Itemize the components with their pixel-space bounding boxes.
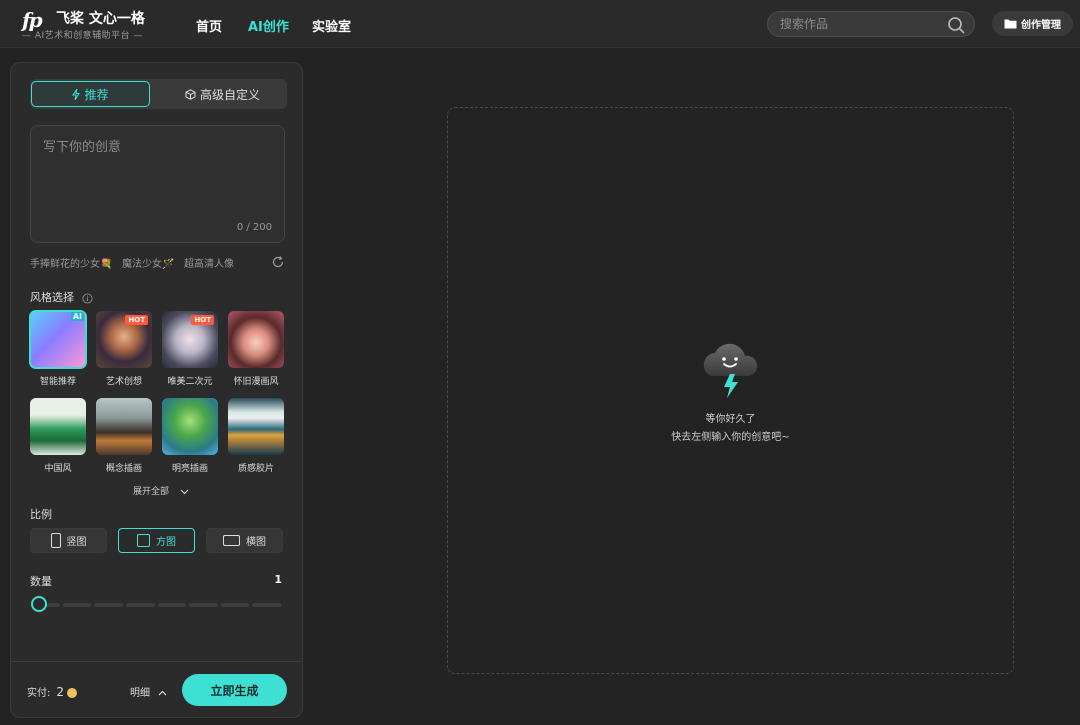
- prompt-input[interactable]: [43, 136, 273, 216]
- cost-value: 2: [56, 685, 65, 699]
- char-counter: 0 / 200: [236, 222, 272, 233]
- coin-icon: [67, 688, 78, 698]
- quantity-value: 1: [274, 573, 282, 586]
- style-card-film[interactable]: 质感胶片: [228, 398, 284, 474]
- slider-segment: [157, 603, 187, 607]
- style-name: 中国风: [44, 464, 72, 474]
- style-name: 概念插画: [105, 464, 142, 474]
- prompt-suggestions: 手捧鲜花的少女💐 魔法少女🪄 超高清人像: [30, 255, 285, 270]
- style-grid: AI 智能推荐 HOT 艺术创想 HOT 唯美二次元 怀旧漫画风 中国风 概念插…: [29, 310, 290, 501]
- style-thumb-anime: HOT: [162, 311, 218, 368]
- info-icon[interactable]: [81, 292, 93, 304]
- style-section-header: 风格选择: [30, 289, 93, 305]
- prompt-box: 0 / 200: [30, 125, 285, 243]
- ratio-square-button[interactable]: 方图: [118, 528, 195, 553]
- style-card-concept[interactable]: 概念插画: [96, 398, 152, 474]
- empty-state-hint: 快去左侧输入你的创意吧~: [671, 432, 790, 443]
- lightning-icon: [72, 88, 81, 100]
- slider-track: [31, 603, 281, 607]
- style-name: 唯美二次元: [167, 377, 213, 387]
- style-card-chinese[interactable]: 中国风: [30, 398, 86, 474]
- slider-segment: [189, 603, 218, 607]
- style-name: 艺术创想: [105, 377, 142, 387]
- expand-all-button[interactable]: 展开全部: [133, 484, 189, 497]
- refresh-icon[interactable]: [271, 255, 285, 269]
- ai-badge: AI: [70, 312, 84, 321]
- folder-icon: [1004, 19, 1017, 29]
- style-card-bright[interactable]: 明亮插画: [162, 398, 218, 474]
- cost-display: 实付: 2: [27, 684, 78, 699]
- square-icon: [137, 534, 150, 547]
- nav-home[interactable]: 首页: [196, 16, 222, 35]
- style-name: 质感胶片: [237, 464, 274, 474]
- ratio-landscape-label: 横图: [246, 537, 266, 548]
- suggestion-item[interactable]: 手捧鲜花的少女💐: [30, 255, 112, 270]
- slider-thumb[interactable]: [31, 596, 47, 612]
- ratio-landscape-button[interactable]: 横图: [206, 528, 283, 553]
- quantity-label: 数量: [30, 575, 52, 588]
- nav-lab[interactable]: 实验室: [312, 16, 351, 35]
- search-input[interactable]: [780, 16, 940, 32]
- search-box: [767, 11, 975, 37]
- style-thumb-chinese: [30, 398, 86, 455]
- ratio-portrait-label: 竖图: [66, 537, 87, 548]
- hot-badge: HOT: [125, 315, 148, 325]
- panel-footer: 实付: 2 明细 立即生成: [11, 661, 302, 717]
- style-section-label: 风格选择: [30, 291, 74, 304]
- tab-advanced[interactable]: 高级自定义: [160, 81, 285, 107]
- brand-title: 飞桨 文心一格: [56, 11, 145, 27]
- creation-panel: 推荐 高级自定义 0 / 200 手捧鲜花的少女💐 魔法少女🪄 超高清人像 风格…: [10, 62, 303, 718]
- portrait-icon: [50, 533, 61, 548]
- landscape-icon: [223, 535, 240, 546]
- brand-logo[interactable]: fp 飞桨 文心一格 — AI艺术和创意辅助平台 —: [22, 6, 145, 42]
- top-nav-bar: fp 飞桨 文心一格 — AI艺术和创意辅助平台 — 首页 AI创作 实验室 创…: [0, 0, 1080, 48]
- style-card-retro-comic[interactable]: 怀旧漫画风: [228, 311, 284, 387]
- tab-recommend-label: 推荐: [84, 87, 109, 102]
- style-thumb-bright: [162, 398, 218, 455]
- style-card-art[interactable]: HOT 艺术创想: [96, 311, 152, 387]
- suggestion-item[interactable]: 魔法少女🪄: [122, 255, 174, 270]
- ratio-label: 比例: [30, 508, 52, 521]
- style-thumb-art: HOT: [96, 311, 152, 368]
- quantity-slider[interactable]: [31, 596, 281, 614]
- generate-button[interactable]: 立即生成: [182, 674, 287, 706]
- creation-manage-label: 创作管理: [1021, 20, 1061, 31]
- ratio-square-label: 方图: [156, 537, 176, 548]
- style-thumb-film: [228, 398, 284, 455]
- tab-recommend[interactable]: 推荐: [31, 81, 150, 107]
- slider-segment: [62, 603, 92, 607]
- tab-advanced-label: 高级自定义: [199, 87, 260, 102]
- suggestion-item[interactable]: 超高清人像: [184, 255, 234, 270]
- cost-detail-button[interactable]: 明细: [130, 684, 167, 699]
- chevron-down-icon: [180, 489, 189, 494]
- style-card-anime[interactable]: HOT 唯美二次元: [162, 311, 218, 387]
- slider-segment: [125, 603, 155, 607]
- style-thumb-concept: [96, 398, 152, 455]
- expand-all-label: 展开全部: [133, 487, 170, 497]
- cloud-lightning-icon: [703, 343, 758, 398]
- cube-icon: [185, 88, 196, 100]
- search-icon[interactable]: [947, 16, 965, 34]
- nav-ai-create[interactable]: AI创作: [248, 16, 289, 35]
- chevron-up-icon: [158, 690, 167, 696]
- creation-manage-button[interactable]: 创作管理: [992, 11, 1073, 36]
- brand-subtitle: — AI艺术和创意辅助平台 —: [22, 31, 144, 41]
- ratio-portrait-button[interactable]: 竖图: [30, 528, 107, 553]
- cost-label: 实付:: [27, 688, 51, 699]
- style-thumb-smart: AI: [29, 310, 87, 369]
- style-name: 明亮插画: [171, 464, 208, 474]
- empty-state-title: 等你好久了: [705, 414, 756, 425]
- slider-segment: [252, 603, 281, 607]
- slider-segment: [94, 603, 123, 607]
- style-thumb-retro-comic: [228, 311, 284, 368]
- style-name: 怀旧漫画风: [233, 377, 279, 387]
- style-card-smart[interactable]: AI 智能推荐: [29, 310, 87, 387]
- mode-tabs: 推荐 高级自定义: [30, 79, 287, 109]
- style-name: 智能推荐: [39, 377, 76, 387]
- cost-detail-label: 明细: [130, 688, 150, 699]
- slider-segment: [220, 603, 250, 607]
- result-canvas: 等你好久了 快去左侧输入你的创意吧~: [447, 107, 1014, 674]
- hot-badge: HOT: [191, 315, 214, 325]
